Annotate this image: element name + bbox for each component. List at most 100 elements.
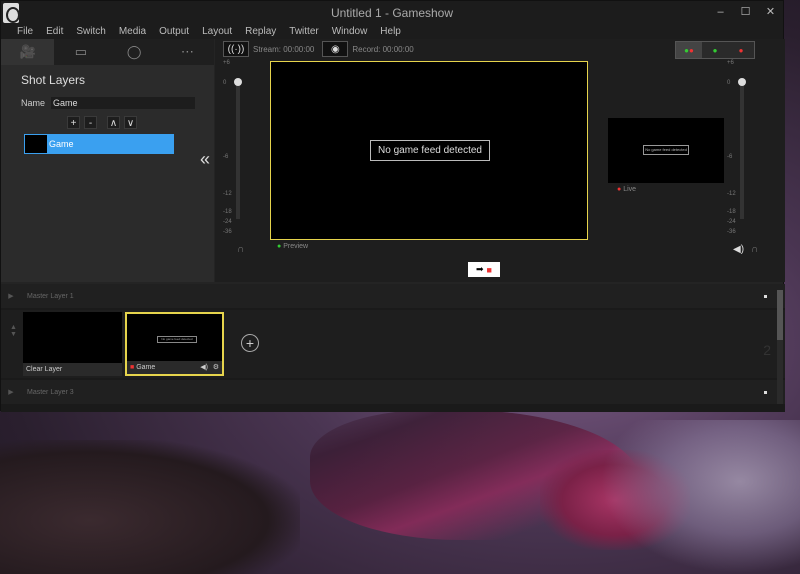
live-label-text: Live <box>623 186 637 193</box>
layer-indicator <box>764 294 767 298</box>
panel-tabs: 🎥 ▭ ◯ ⋯ <box>1 39 214 65</box>
stream-status: Stream: 00:00:00 <box>253 44 315 54</box>
title-bar: Untitled 1 - Gameshow – ☐ ✕ <box>1 1 783 25</box>
volume-knob[interactable] <box>234 78 242 86</box>
live-dot: ● <box>617 186 622 193</box>
tick-label: -24 <box>223 219 232 225</box>
record-button[interactable]: ◉ <box>322 41 349 57</box>
menu-layout[interactable]: Layout <box>202 25 232 39</box>
master-layer-label: Master Layer 1 <box>27 292 74 300</box>
menu-edit[interactable]: Edit <box>46 25 63 39</box>
add-source-button[interactable]: + <box>241 334 259 352</box>
volume-knob[interactable] <box>738 78 746 86</box>
gear-icon[interactable]: ⚙ <box>213 361 219 374</box>
preview-monitor[interactable]: No game feed detected <box>270 61 588 240</box>
camera-icon[interactable]: 🎥 <box>1 39 55 65</box>
tick-label: -6 <box>727 154 733 160</box>
headphone-icon[interactable]: ∩ <box>237 244 244 255</box>
add-layer-button[interactable]: + <box>67 116 80 129</box>
app-logo-icon <box>3 3 20 23</box>
menu-window[interactable]: Window <box>332 25 368 39</box>
move-down-button[interactable]: ∨ <box>124 116 137 129</box>
tick-label: +6 <box>727 60 734 66</box>
volume-track <box>236 81 240 219</box>
source-label: Clear Layer <box>23 363 122 376</box>
close-button[interactable]: ✕ <box>758 1 783 23</box>
expand-icon[interactable]: ▲ ▼ <box>10 324 17 338</box>
menu-twitter[interactable]: Twitter <box>289 25 318 39</box>
menu-replay[interactable]: Replay <box>245 25 276 39</box>
stream-button[interactable]: ((·)) <box>223 41 249 57</box>
master-layer-row[interactable]: ▶ Master Layer 3 <box>1 380 785 404</box>
menu-file[interactable]: File <box>17 25 33 39</box>
speaker-icon[interactable]: ◀) <box>733 244 744 255</box>
take-button[interactable]: ➡ ■ <box>468 262 500 277</box>
more-icon[interactable]: ⋯ <box>161 39 214 65</box>
scrollbar-thumb[interactable] <box>777 290 783 340</box>
window-controls: – ☐ ✕ <box>708 1 783 23</box>
master-layers: ▶ Master Layer 1 ▲ ▼ Clear Layer No game … <box>1 284 785 412</box>
source-no-feed: No game feed detected <box>157 336 197 343</box>
preview-toggle[interactable]: ● <box>702 42 728 58</box>
live-monitor[interactable]: No game feed detected <box>608 118 724 183</box>
wallpaper-glow <box>600 420 800 574</box>
maximize-button[interactable]: ☐ <box>733 1 758 23</box>
remove-layer-button[interactable]: - <box>84 116 97 129</box>
collapse-panel-icon[interactable]: « <box>200 149 210 170</box>
menu-help[interactable]: Help <box>380 25 401 39</box>
no-feed-message: No game feed detected <box>370 140 490 161</box>
tick-label: 0 <box>223 80 227 86</box>
source-clear-layer[interactable]: Clear Layer <box>23 312 122 376</box>
wallpaper-hand <box>0 440 300 574</box>
name-row: Name Game <box>21 97 214 109</box>
live-toggle[interactable]: ● <box>728 42 754 58</box>
layer-buttons: + - ∧ ∨ <box>67 116 214 129</box>
layer-indicator <box>764 390 767 394</box>
source-game[interactable]: No game feed detected ■ Game ◀) ⚙ <box>125 312 224 376</box>
tick-label: -18 <box>223 209 232 215</box>
menu-switch[interactable]: Switch <box>76 25 105 39</box>
tick-label: +6 <box>223 60 230 66</box>
shot-layers-panel: 🎥 ▭ ◯ ⋯ Shot Layers Name Game + - ∧ ∨ Ga… <box>1 39 214 282</box>
preview-label: ● Preview <box>277 243 308 250</box>
arrow-right-icon: ➡ <box>476 264 484 274</box>
left-volume-meter[interactable]: +6 0 -6 -12 -18 -24 -36 <box>223 60 247 240</box>
tick-label: -6 <box>223 154 229 160</box>
record-icon: ◉ <box>331 43 340 55</box>
panel-title: Shot Layers <box>21 73 86 87</box>
live-dot: ■ <box>130 364 135 371</box>
layer-number: 2 <box>763 342 771 358</box>
live-dot: ■ <box>486 264 492 275</box>
right-volume-meter[interactable]: +6 0 -6 -12 -18 -24 -36 <box>727 60 751 240</box>
expand-icon[interactable]: ▶ <box>1 292 21 300</box>
name-input[interactable]: Game <box>51 97 196 109</box>
tick-label: -36 <box>223 229 232 235</box>
person-icon[interactable]: ◯ <box>108 39 161 65</box>
live-no-feed: No game feed detected <box>643 145 689 155</box>
layer-item-label: Game <box>49 139 74 149</box>
move-up-button[interactable]: ∧ <box>107 116 120 129</box>
speaker-icon[interactable]: ◀) <box>200 361 208 374</box>
tick-label: 0 <box>727 80 731 86</box>
layer-item-game[interactable]: Game <box>24 134 174 154</box>
headphone-icon[interactable]: ∩ <box>751 244 758 255</box>
layers-scrollbar[interactable] <box>777 290 783 404</box>
master-layer-row[interactable]: ▶ Master Layer 1 <box>1 284 785 308</box>
tick-label: -24 <box>727 219 736 225</box>
window-title: Untitled 1 - Gameshow <box>330 6 454 20</box>
minimize-button[interactable]: – <box>708 1 733 23</box>
layer-thumbnail <box>25 135 47 153</box>
menu-bar: File Edit Switch Media Output Layout Rep… <box>1 25 783 39</box>
preview-dot: ● <box>277 243 282 250</box>
tick-label: -18 <box>727 209 736 215</box>
film-icon[interactable]: ▭ <box>54 39 107 65</box>
switcher-area: ((·)) Stream: 00:00:00 ◉ Record: 00:00:0… <box>215 39 785 282</box>
preview-live-toggle[interactable]: ● ● <box>676 42 702 58</box>
expand-icon[interactable]: ▶ <box>1 388 21 396</box>
menu-media[interactable]: Media <box>119 25 146 39</box>
master-layer-label: Master Layer 3 <box>27 388 74 396</box>
master-layer-2: ▲ ▼ Clear Layer No game feed detected ■ G… <box>1 310 785 378</box>
live-label: ● Live <box>617 186 636 193</box>
menu-output[interactable]: Output <box>159 25 189 39</box>
name-label: Name <box>21 98 46 108</box>
